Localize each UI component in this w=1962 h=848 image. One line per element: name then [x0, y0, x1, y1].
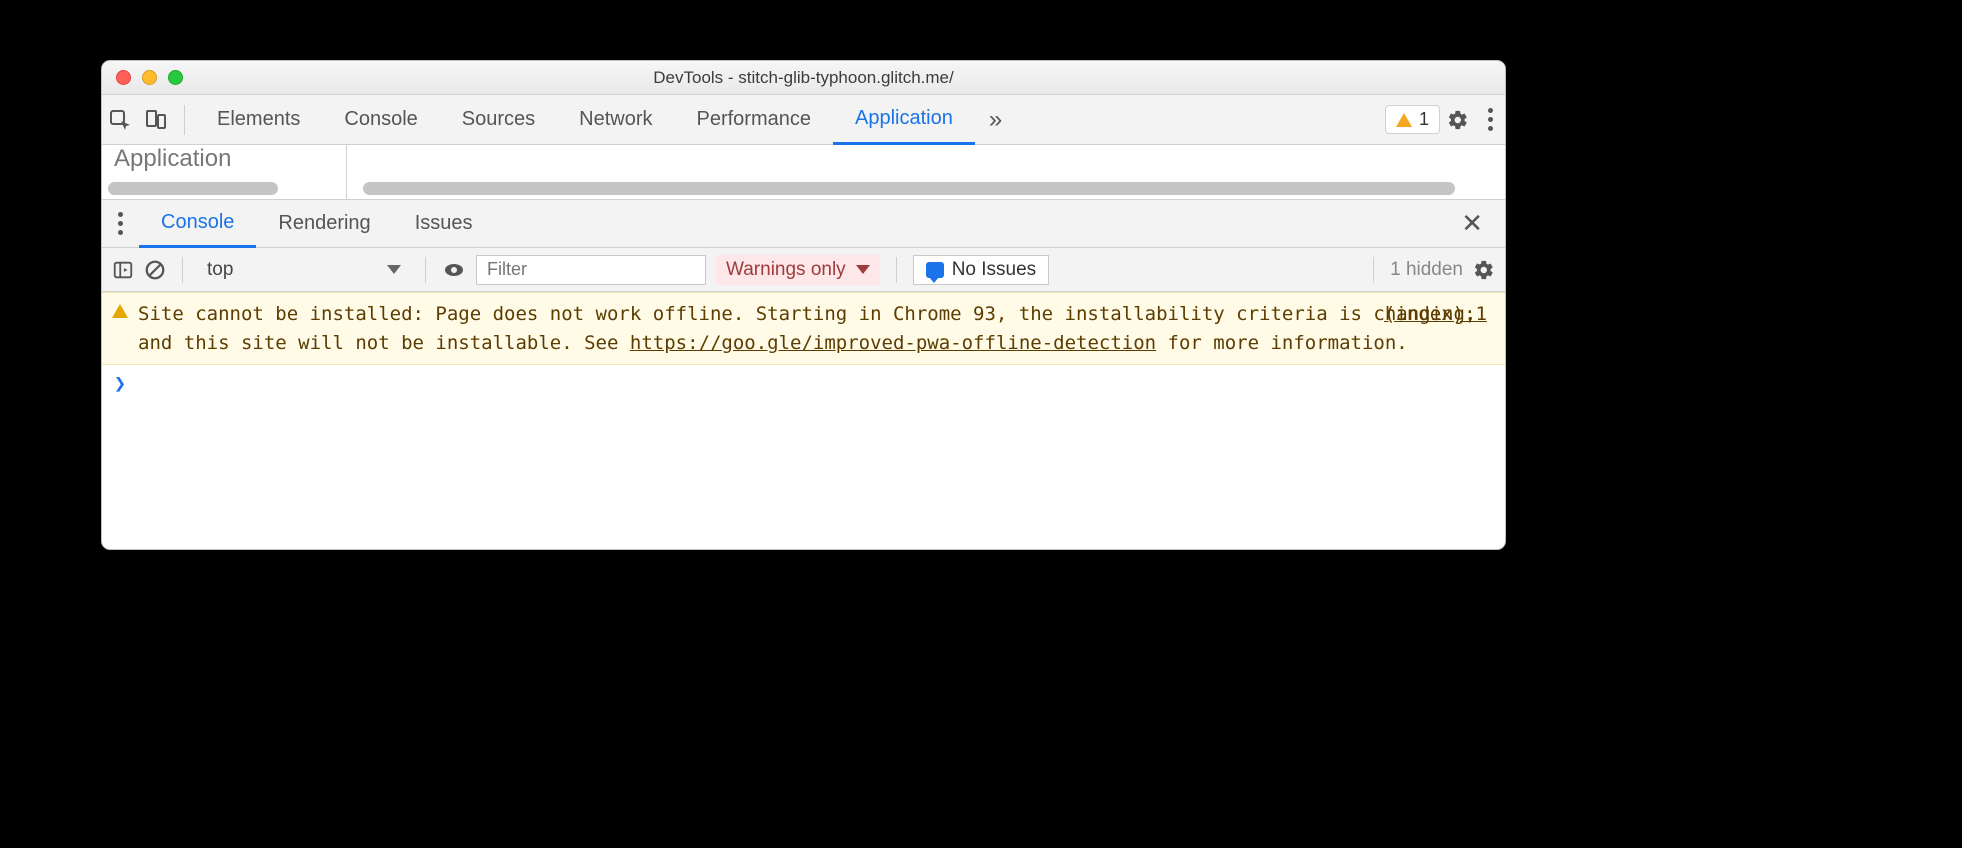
app-sidebar-fragment: Application: [102, 145, 347, 199]
warning-message: Site cannot be installed: Page does not …: [138, 300, 1487, 357]
drawer-tabs-bar: Console Rendering Issues ✕: [102, 200, 1505, 248]
warning-icon: [112, 304, 128, 318]
issues-count: 1: [1419, 109, 1429, 130]
tab-network[interactable]: Network: [557, 95, 674, 145]
tab-elements[interactable]: Elements: [195, 95, 322, 145]
chevron-down-icon: [856, 265, 870, 274]
console-filter-input[interactable]: [476, 255, 706, 285]
close-window-button[interactable]: [116, 70, 131, 85]
tab-sources[interactable]: Sources: [440, 95, 557, 145]
sidebar-toggle-icon[interactable]: [112, 254, 134, 286]
sidebar-scrollbar[interactable]: [108, 182, 278, 195]
device-toggle-icon[interactable]: [138, 102, 174, 138]
prompt-chevron-icon: ❯: [114, 371, 126, 395]
sidebar-heading: Application: [114, 145, 231, 175]
tab-application[interactable]: Application: [833, 95, 975, 145]
message-icon: [926, 262, 944, 278]
log-level-select[interactable]: Warnings only: [716, 255, 880, 285]
tab-performance[interactable]: Performance: [675, 95, 834, 145]
drawer-tab-console[interactable]: Console: [139, 200, 256, 248]
divider: [425, 257, 426, 283]
issues-counter[interactable]: 1: [1385, 105, 1440, 134]
window-controls: [102, 70, 183, 85]
console-output: Site cannot be installed: Page does not …: [102, 292, 1505, 549]
minimize-window-button[interactable]: [142, 70, 157, 85]
warning-text-after: for more information.: [1156, 332, 1408, 354]
tab-console[interactable]: Console: [322, 95, 439, 145]
drawer-menu-button[interactable]: [102, 212, 139, 235]
console-warning-row[interactable]: Site cannot be installed: Page does not …: [102, 292, 1505, 365]
drawer-tab-issues[interactable]: Issues: [393, 200, 495, 248]
tabs-overflow-button[interactable]: »: [975, 106, 1016, 134]
console-settings-button[interactable]: [1473, 254, 1495, 286]
drawer-tab-rendering[interactable]: Rendering: [256, 200, 392, 248]
exec-context-label: top: [207, 259, 233, 281]
main-menu-button[interactable]: [1476, 108, 1505, 131]
divider: [896, 257, 897, 283]
settings-button[interactable]: [1440, 102, 1476, 138]
divider: [1373, 257, 1374, 283]
message-source-link[interactable]: (index):1: [1384, 300, 1487, 329]
application-panel-strip: Application: [102, 145, 1505, 200]
main-tabs-bar: Elements Console Sources Network Perform…: [102, 95, 1505, 145]
warning-link[interactable]: https://goo.gle/improved-pwa-offline-det…: [630, 332, 1156, 354]
execution-context-select[interactable]: top: [199, 255, 409, 285]
divider: [182, 257, 183, 283]
chevron-down-icon: [387, 265, 401, 274]
console-toolbar: top Warnings only No Issues 1 hidden: [102, 248, 1505, 292]
window-title: DevTools - stitch-glib-typhoon.glitch.me…: [102, 68, 1505, 88]
devtools-window: DevTools - stitch-glib-typhoon.glitch.me…: [101, 60, 1506, 550]
log-level-label: Warnings only: [726, 259, 846, 281]
fullscreen-window-button[interactable]: [168, 70, 183, 85]
warning-icon: [1396, 113, 1412, 127]
titlebar: DevTools - stitch-glib-typhoon.glitch.me…: [102, 61, 1505, 95]
issues-shortcut-button[interactable]: No Issues: [913, 255, 1049, 285]
inspect-icon[interactable]: [102, 102, 138, 138]
hidden-messages-label[interactable]: 1 hidden: [1390, 259, 1463, 281]
live-expression-icon[interactable]: [442, 254, 466, 286]
app-content-fragment: [347, 145, 1505, 199]
clear-console-icon[interactable]: [144, 254, 166, 286]
no-issues-label: No Issues: [952, 259, 1036, 281]
content-scrollbar[interactable]: [363, 182, 1455, 195]
console-prompt[interactable]: ❯: [102, 365, 1505, 401]
close-drawer-button[interactable]: ✕: [1449, 208, 1495, 239]
divider: [184, 105, 185, 135]
